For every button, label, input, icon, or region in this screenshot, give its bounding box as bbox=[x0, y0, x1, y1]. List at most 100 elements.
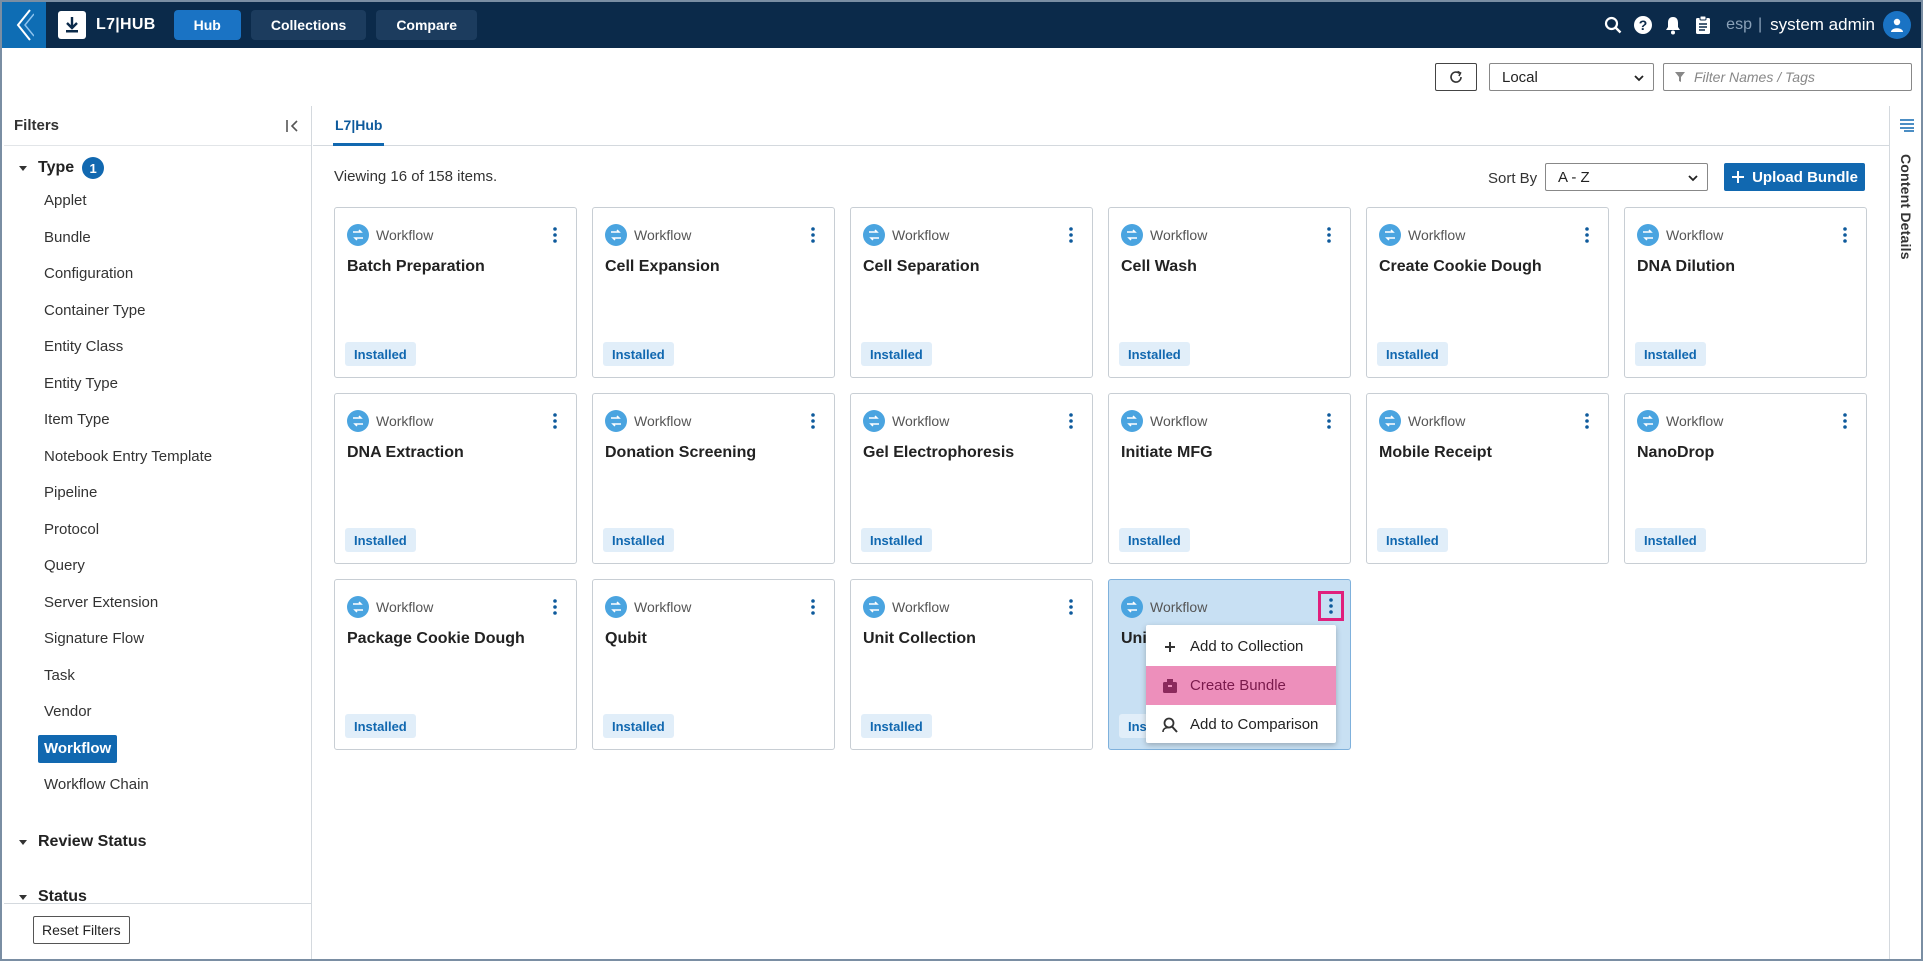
workflow-icon bbox=[1637, 224, 1659, 246]
refresh-button[interactable] bbox=[1435, 63, 1477, 91]
card-type-label: Workflow bbox=[1150, 227, 1208, 243]
type-filter-notebook-entry-template[interactable]: Notebook Entry Template bbox=[38, 443, 218, 471]
refresh-icon bbox=[1450, 70, 1462, 83]
card-menu-button[interactable] bbox=[1576, 408, 1598, 434]
workflow-icon bbox=[347, 224, 369, 246]
type-filter-bundle[interactable]: Bundle bbox=[38, 224, 97, 252]
workflow-icon bbox=[605, 410, 627, 432]
kebab-menu-icon bbox=[1843, 227, 1847, 243]
search-icon[interactable] bbox=[1598, 16, 1628, 34]
content-card[interactable]: Workflow Mobile Receipt Installed bbox=[1366, 393, 1609, 564]
user-name[interactable]: system admin bbox=[1770, 15, 1875, 35]
filter-group-review-status[interactable]: Review Status bbox=[4, 830, 146, 854]
kebab-menu-icon bbox=[811, 227, 815, 243]
card-title: Qubit bbox=[605, 630, 647, 647]
top-bar: L7|HUB Hub Collections Compare ? esp | s… bbox=[2, 2, 1921, 48]
download-icon bbox=[58, 11, 86, 39]
card-menu-button[interactable] bbox=[1834, 408, 1856, 434]
type-filter-workflow-chain[interactable]: Workflow Chain bbox=[38, 771, 155, 799]
workflow-icon bbox=[1121, 410, 1143, 432]
status-badge: Installed bbox=[603, 342, 674, 366]
nav-compare-button[interactable]: Compare bbox=[376, 10, 477, 40]
content-card[interactable]: Workflow Create Cookie Dough Installed bbox=[1366, 207, 1609, 378]
card-type-label: Workflow bbox=[634, 227, 692, 243]
content-card[interactable]: Workflow NanoDrop Installed bbox=[1624, 393, 1867, 564]
card-title: Cell Wash bbox=[1121, 258, 1197, 275]
type-filter-vendor[interactable]: Vendor bbox=[38, 698, 98, 726]
card-menu-button[interactable] bbox=[802, 408, 824, 434]
content-card[interactable]: Workflow Cell Separation Installed bbox=[850, 207, 1093, 378]
type-filter-container-type[interactable]: Container Type bbox=[38, 297, 151, 325]
collapse-panel-icon[interactable] bbox=[285, 118, 301, 134]
list-icon[interactable] bbox=[1899, 118, 1915, 132]
type-filter-item-type[interactable]: Item Type bbox=[38, 406, 116, 434]
content-details-rail[interactable]: Content Details bbox=[1889, 106, 1921, 959]
card-title: DNA Extraction bbox=[347, 444, 464, 461]
back-button[interactable] bbox=[2, 2, 46, 48]
card-menu-button[interactable] bbox=[1318, 591, 1344, 621]
type-filter-signature-flow[interactable]: Signature Flow bbox=[38, 625, 150, 653]
menu-add-to-collection[interactable]: Add to Collection bbox=[1146, 627, 1336, 666]
card-menu-button[interactable] bbox=[1318, 222, 1340, 248]
filter-names-tags-field[interactable] bbox=[1663, 63, 1912, 91]
upload-bundle-label: Upload Bundle bbox=[1752, 168, 1858, 186]
svg-text:?: ? bbox=[1639, 17, 1648, 33]
type-filter-server-extension[interactable]: Server Extension bbox=[38, 589, 164, 617]
card-menu-button[interactable] bbox=[1576, 222, 1598, 248]
type-filter-query[interactable]: Query bbox=[38, 552, 91, 580]
card-menu-button[interactable] bbox=[544, 408, 566, 434]
type-filter-workflow[interactable]: Workflow bbox=[38, 735, 118, 763]
kebab-menu-icon bbox=[553, 599, 557, 615]
content-card[interactable]: Workflow Package Cookie Dough Installed bbox=[334, 579, 577, 750]
menu-create-bundle[interactable]: Create Bundle bbox=[1146, 666, 1336, 705]
card-type: Workflow bbox=[1121, 410, 1207, 432]
card-menu-button[interactable] bbox=[1834, 222, 1856, 248]
kebab-menu-icon bbox=[553, 413, 557, 429]
reset-filters-button[interactable]: Reset Filters bbox=[33, 916, 130, 944]
language-indicator[interactable]: esp bbox=[1726, 16, 1752, 34]
bell-icon[interactable] bbox=[1658, 15, 1688, 35]
type-filter-entity-class[interactable]: Entity Class bbox=[38, 333, 129, 361]
nav-collections-button[interactable]: Collections bbox=[250, 10, 367, 40]
type-filter-protocol[interactable]: Protocol bbox=[38, 516, 105, 544]
bundle-icon bbox=[1160, 677, 1180, 695]
type-filter-configuration[interactable]: Configuration bbox=[38, 260, 139, 288]
content-card[interactable]: Workflow Cell Expansion Installed bbox=[592, 207, 835, 378]
type-filter-applet[interactable]: Applet bbox=[38, 187, 93, 215]
card-menu-button[interactable] bbox=[1060, 594, 1082, 620]
content-card[interactable]: Workflow DNA Dilution Installed bbox=[1624, 207, 1867, 378]
content-card[interactable]: Workflow Batch Preparation Installed bbox=[334, 207, 577, 378]
card-menu-button[interactable] bbox=[1060, 222, 1082, 248]
card-menu-button[interactable] bbox=[1060, 408, 1082, 434]
upload-bundle-button[interactable]: Upload Bundle bbox=[1724, 163, 1865, 191]
type-filter-pipeline[interactable]: Pipeline bbox=[38, 479, 103, 507]
content-card[interactable]: Workflow Cell Wash Installed bbox=[1108, 207, 1351, 378]
content-card[interactable]: Workflow Unit Collection Installed bbox=[850, 579, 1093, 750]
content-card[interactable]: Workflow Initiate MFG Installed bbox=[1108, 393, 1351, 564]
content-card[interactable]: Workflow Donation Screening Installed bbox=[592, 393, 835, 564]
menu-add-to-comparison[interactable]: Add to Comparison bbox=[1146, 705, 1336, 744]
type-filter-entity-type[interactable]: Entity Type bbox=[38, 370, 124, 398]
nav-hub-button[interactable]: Hub bbox=[173, 10, 241, 40]
content-card[interactable]: Workflow Gel Electrophoresis Installed bbox=[850, 393, 1093, 564]
type-filter-task[interactable]: Task bbox=[38, 662, 81, 690]
card-type: Workflow bbox=[1121, 224, 1207, 246]
sort-select[interactable]: A - Z bbox=[1545, 163, 1708, 191]
filter-group-type[interactable]: Type 1 bbox=[4, 156, 105, 180]
user-avatar-icon[interactable] bbox=[1883, 11, 1911, 39]
clipboard-icon[interactable] bbox=[1688, 15, 1718, 35]
tab-l7-hub[interactable]: L7|Hub bbox=[333, 106, 385, 146]
source-select[interactable]: Local bbox=[1489, 63, 1654, 91]
help-icon[interactable]: ? bbox=[1628, 15, 1658, 35]
compare-icon bbox=[1160, 716, 1180, 734]
card-menu-button[interactable] bbox=[802, 594, 824, 620]
content-card[interactable]: Workflow Qubit Installed bbox=[592, 579, 835, 750]
filter-names-tags-input[interactable] bbox=[1694, 69, 1894, 85]
content-card[interactable]: Workflow DNA Extraction Installed bbox=[334, 393, 577, 564]
card-menu-button[interactable] bbox=[1318, 408, 1340, 434]
menu-item-label: Create Bundle bbox=[1190, 677, 1286, 694]
card-menu-button[interactable] bbox=[544, 222, 566, 248]
card-menu-button[interactable] bbox=[802, 222, 824, 248]
status-badge: Installed bbox=[345, 714, 416, 738]
card-menu-button[interactable] bbox=[544, 594, 566, 620]
